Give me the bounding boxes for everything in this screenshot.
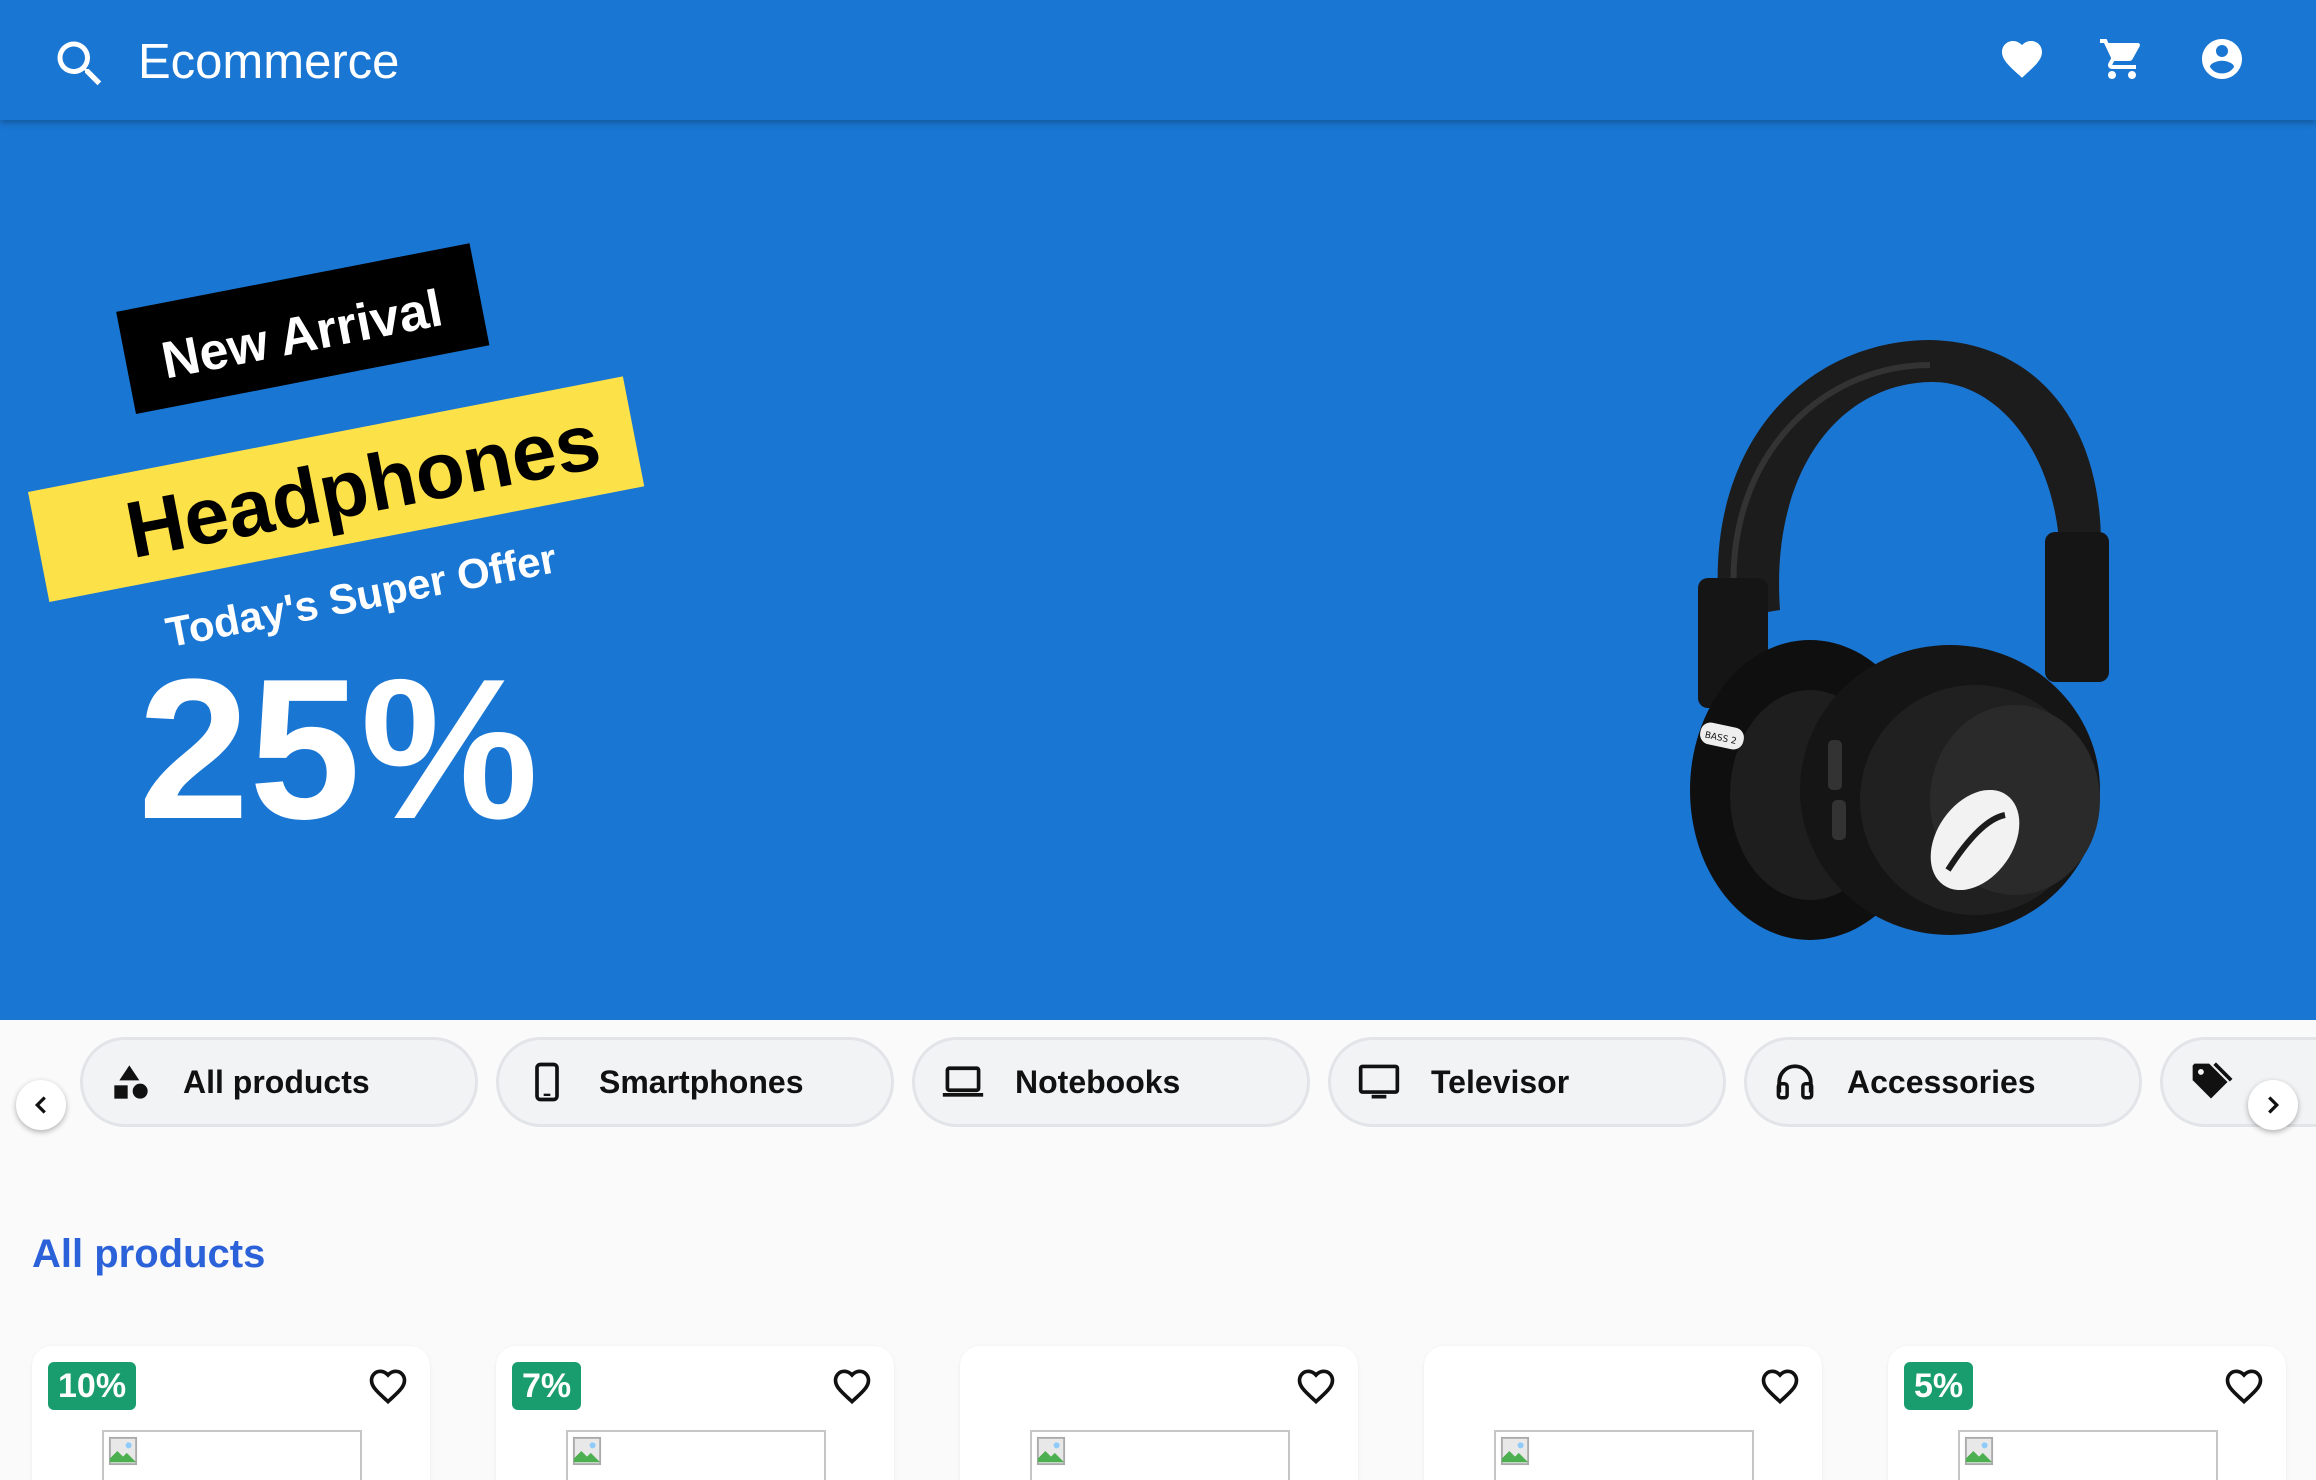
promo-text-group: New Arrival Headphones Today's Super Off… — [0, 120, 700, 1020]
category-smartphones[interactable]: Smartphones — [496, 1037, 894, 1127]
favorite-heart-icon[interactable] — [1290, 1360, 1342, 1412]
discount-badge: 5% — [1904, 1362, 1974, 1410]
category-label: All products — [183, 1063, 370, 1100]
heart-icon[interactable] — [1998, 32, 2046, 86]
chevron-left-icon[interactable] — [16, 1080, 66, 1130]
shapes-icon — [105, 1056, 157, 1108]
category-label: Televisor — [1431, 1063, 1570, 1100]
favorite-heart-icon[interactable] — [826, 1360, 878, 1412]
category-bar: All products Smartphones Notebooks Telev… — [0, 1020, 2316, 1145]
category-notebooks[interactable]: Notebooks — [912, 1037, 1310, 1127]
product-image[interactable] — [1494, 1430, 1754, 1480]
discount-badge: 10% — [48, 1362, 137, 1410]
broken-image-icon — [1036, 1436, 1066, 1466]
favorite-heart-icon[interactable] — [2218, 1360, 2270, 1412]
headphone-image: BASS 2 — [1690, 340, 2109, 940]
product-card[interactable]: 10% — [32, 1346, 430, 1480]
product-image[interactable] — [566, 1430, 826, 1480]
product-card[interactable] — [1424, 1346, 1822, 1480]
discount-value: 25% — [138, 638, 539, 861]
product-image[interactable] — [1958, 1430, 2218, 1480]
category-accessories[interactable]: Accessories — [1744, 1037, 2142, 1127]
app-title: Ecommerce — [138, 35, 400, 89]
new-arrival-tag: New Arrival — [116, 243, 490, 414]
broken-image-icon — [1964, 1436, 1994, 1466]
favorite-heart-icon[interactable] — [362, 1360, 414, 1412]
favorite-heart-icon[interactable] — [1754, 1360, 1806, 1412]
search-icon[interactable] — [50, 34, 110, 94]
app-bar: Ecommerce — [0, 0, 2316, 120]
new-arrival-label: New Arrival — [157, 279, 448, 391]
category-label: Notebooks — [1015, 1063, 1181, 1100]
headphones-icon — [1769, 1056, 1821, 1108]
product-card[interactable] — [960, 1346, 1358, 1480]
hero-banner[interactable]: New Arrival Headphones Today's Super Off… — [0, 120, 2316, 1020]
product-card[interactable]: 7% — [496, 1346, 894, 1480]
category-all-products[interactable]: All products — [80, 1037, 478, 1127]
category-televisor[interactable]: Televisor — [1328, 1037, 1726, 1127]
product-image[interactable] — [102, 1430, 362, 1480]
account-icon[interactable] — [2198, 32, 2246, 86]
cart-icon[interactable] — [2098, 32, 2146, 86]
category-label: Smartphones — [599, 1063, 804, 1100]
product-card[interactable]: 5% — [1888, 1346, 2286, 1480]
broken-image-icon — [572, 1436, 602, 1466]
broken-image-icon — [1500, 1436, 1530, 1466]
section-title: All products — [32, 1232, 266, 1276]
smartphone-icon — [521, 1056, 573, 1108]
tv-icon — [1353, 1056, 1405, 1108]
chevron-right-icon[interactable] — [2248, 1080, 2298, 1130]
laptop-icon — [937, 1056, 989, 1108]
broken-image-icon — [108, 1436, 138, 1466]
tag-icon — [2185, 1056, 2237, 1108]
discount-badge: 7% — [512, 1362, 582, 1410]
category-label: Accessories — [1847, 1063, 2036, 1100]
product-image[interactable] — [1030, 1430, 1290, 1480]
